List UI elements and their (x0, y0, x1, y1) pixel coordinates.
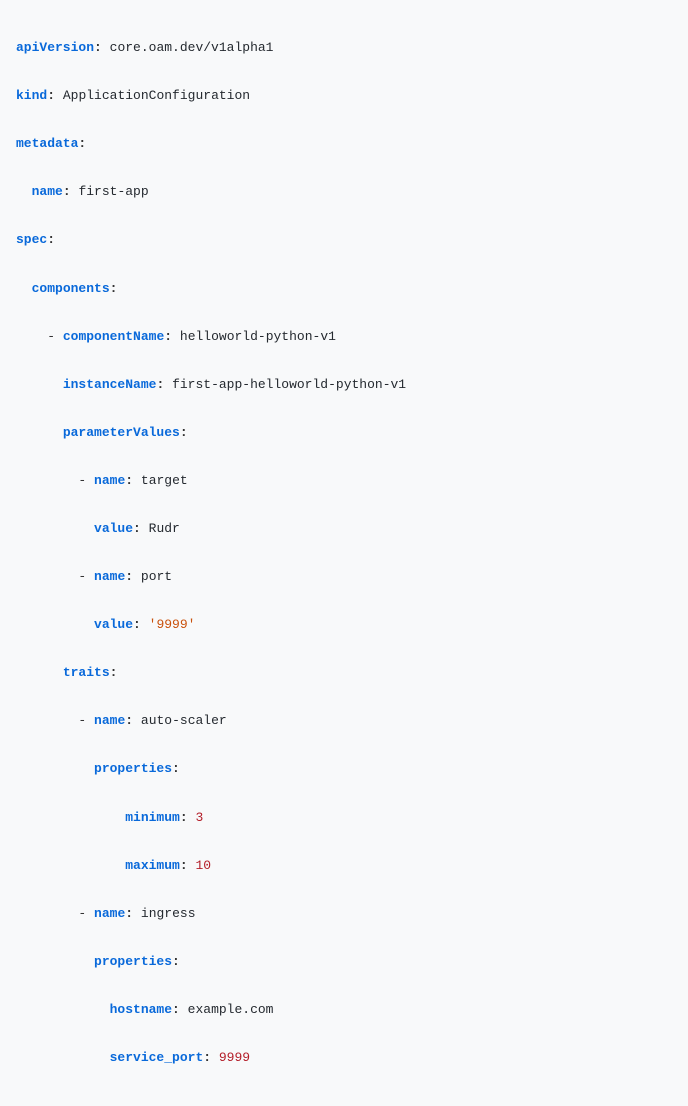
yaml-key: kind (16, 88, 47, 103)
yaml-key: minimum (125, 810, 180, 825)
yaml-key: properties (94, 954, 172, 969)
yaml-key: maximum (125, 858, 180, 873)
code-line: minimum: 3 (16, 806, 672, 830)
code-line: - name: auto-scaler (16, 709, 672, 733)
code-line: parameterValues: (16, 421, 672, 445)
yaml-key: value (94, 617, 133, 632)
yaml-key: name (94, 713, 125, 728)
yaml-key: apiVersion (16, 40, 94, 55)
yaml-value: helloworld-python-v1 (180, 329, 336, 344)
yaml-key: name (32, 184, 63, 199)
yaml-value: 9999 (219, 1050, 250, 1065)
yaml-value: Rudr (149, 521, 180, 536)
yaml-value: first-app (78, 184, 148, 199)
yaml-value: auto-scaler (141, 713, 227, 728)
yaml-value: '9999' (149, 617, 196, 632)
yaml-key: components (32, 281, 110, 296)
yaml-value: first-app-helloworld-python-v1 (172, 377, 406, 392)
yaml-key: metadata (16, 136, 78, 151)
yaml-value: core.oam.dev/v1alpha1 (110, 40, 274, 55)
yaml-key: componentName (63, 329, 164, 344)
code-line: maximum: 10 (16, 854, 672, 878)
code-line: value: '9999' (16, 613, 672, 637)
code-line: properties: (16, 950, 672, 974)
yaml-key: hostname (110, 1002, 172, 1017)
yaml-key: name (94, 473, 125, 488)
yaml-value: example.com (188, 1002, 274, 1017)
code-line: value: Rudr (16, 517, 672, 541)
yaml-key: name (94, 906, 125, 921)
yaml-value: ingress (141, 906, 196, 921)
yaml-value: 10 (195, 858, 211, 873)
yaml-key: service_port (110, 1050, 204, 1065)
code-line: hostname: example.com (16, 998, 672, 1022)
code-line: traits: (16, 661, 672, 685)
code-line: name: first-app (16, 180, 672, 204)
code-line: properties: (16, 757, 672, 781)
yaml-value: target (141, 473, 188, 488)
code-line: components: (16, 277, 672, 301)
yaml-value: 3 (195, 810, 203, 825)
code-line: apiVersion: core.oam.dev/v1alpha1 (16, 36, 672, 60)
code-line: metadata: (16, 132, 672, 156)
code-line: - name: port (16, 565, 672, 589)
yaml-key: traits (63, 665, 110, 680)
yaml-key: value (94, 521, 133, 536)
yaml-code-block: apiVersion: core.oam.dev/v1alpha1 kind: … (16, 12, 672, 1094)
yaml-value: ApplicationConfiguration (63, 88, 250, 103)
yaml-key: properties (94, 761, 172, 776)
code-line: kind: ApplicationConfiguration (16, 84, 672, 108)
code-line: instanceName: first-app-helloworld-pytho… (16, 373, 672, 397)
code-line: service_port: 9999 (16, 1046, 672, 1070)
code-line: - componentName: helloworld-python-v1 (16, 325, 672, 349)
code-line: spec: (16, 228, 672, 252)
yaml-key: parameterValues (63, 425, 180, 440)
yaml-key: name (94, 569, 125, 584)
yaml-key: spec (16, 232, 47, 247)
code-line: - name: target (16, 469, 672, 493)
code-line: - name: ingress (16, 902, 672, 926)
yaml-value: port (141, 569, 172, 584)
yaml-key: instanceName (63, 377, 157, 392)
